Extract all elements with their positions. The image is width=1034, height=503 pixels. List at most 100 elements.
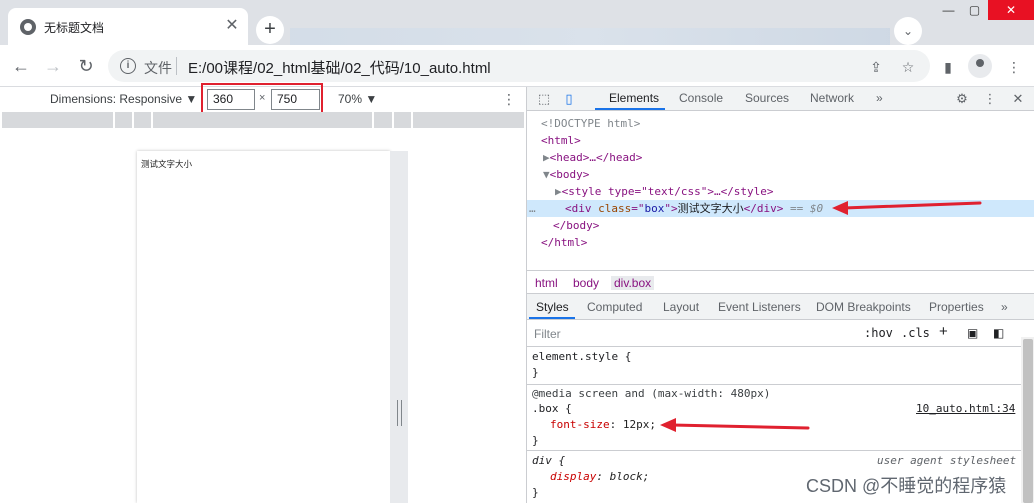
media-query: @media screen and (max-width: 480px) xyxy=(532,387,771,400)
globe-icon xyxy=(20,19,36,35)
file-label: 文件 xyxy=(144,60,172,76)
kebab-menu-icon[interactable]: ⋮ xyxy=(981,90,999,108)
zoom-dropdown[interactable]: 70% ▼ xyxy=(338,92,377,106)
dom-div-attr: class xyxy=(598,202,632,215)
tab-title: 无标题文档 xyxy=(44,21,105,35)
dom-div-attr-val: box xyxy=(644,202,665,215)
box-source-link[interactable]: 10_auto.html:34 xyxy=(916,401,1015,417)
settings-gear-icon[interactable]: ⚙ xyxy=(953,90,971,108)
filter-bar: Filter :hov .cls + ▣ ◧ xyxy=(527,321,1023,347)
share-icon[interactable]: ⇪ xyxy=(866,57,886,77)
side-panel-icon[interactable]: ▮ xyxy=(938,57,958,77)
back-arrow-icon[interactable]: ← xyxy=(8,53,34,79)
watermark: CSDN @不睡觉的程序猿 xyxy=(806,476,1007,496)
display-value: block; xyxy=(609,470,650,483)
dom-body-text: <body> xyxy=(549,168,590,181)
more-style-tabs-icon[interactable]: » xyxy=(1001,300,1008,314)
annotation-arrow-2 xyxy=(660,418,810,432)
font-size-declaration[interactable]: font-size: 12px; xyxy=(550,417,656,433)
tab-computed[interactable]: Computed xyxy=(587,300,642,314)
dom-tree: <!DOCTYPE html> <html> ▶<head>…</head> ▼… xyxy=(527,112,1034,270)
crumb-html[interactable]: html xyxy=(535,276,558,290)
dom-div-tag: div xyxy=(571,202,592,215)
styles-tabbar: Styles Computed Layout Event Listeners D… xyxy=(527,294,1034,320)
ellipsis-icon[interactable]: … xyxy=(529,200,536,217)
dom-head[interactable]: ▶<head>…</head> xyxy=(527,149,1034,166)
element-style-close: } xyxy=(532,366,539,379)
page-text: 测试文字大小 xyxy=(141,159,193,169)
more-tabs-icon[interactable]: » xyxy=(876,91,883,105)
avatar[interactable] xyxy=(968,54,992,78)
new-rule-icon[interactable]: + xyxy=(939,323,948,340)
more-options-icon[interactable]: ⋮ xyxy=(502,90,516,108)
star-icon[interactable]: ☆ xyxy=(898,57,918,77)
dom-doctype[interactable]: <!DOCTYPE html> xyxy=(527,115,1034,132)
tab-layout[interactable]: Layout xyxy=(663,300,699,314)
tab-dom-breakpoints[interactable]: DOM Breakpoints xyxy=(816,300,911,314)
new-tab-button[interactable]: + xyxy=(256,16,284,44)
resize-grip[interactable] xyxy=(397,400,402,426)
close-devtools-icon[interactable]: ✕ xyxy=(1009,90,1027,108)
divider xyxy=(176,57,177,75)
forward-arrow-icon[interactable]: → xyxy=(40,53,66,79)
element-style-rule: element.style { } xyxy=(527,348,1023,385)
resize-handle[interactable] xyxy=(390,151,408,503)
tab-network[interactable]: Network xyxy=(810,91,854,105)
hov-toggle[interactable]: :hov xyxy=(864,326,893,340)
minimize-button[interactable]: — xyxy=(935,0,962,20)
tab-elements[interactable]: Elements xyxy=(609,91,659,105)
box-close: } xyxy=(532,434,539,447)
crumb-body[interactable]: body xyxy=(573,276,599,290)
font-size-prop: font-size xyxy=(550,418,610,431)
url-text[interactable]: E:/00课程/02_html基础/02_代码/10_auto.html xyxy=(188,57,491,78)
browser-toolbar: ← → ↻ i 文件 E:/00课程/02_html基础/02_代码/10_au… xyxy=(0,45,1034,87)
device-toggle-icon[interactable]: ▯ xyxy=(560,90,578,108)
scrollbar-thumb[interactable] xyxy=(1023,339,1033,503)
font-size-value: 12px; xyxy=(622,418,656,431)
paint-icon[interactable]: ▣ xyxy=(967,326,978,340)
close-tab-icon[interactable]: ✕ xyxy=(222,16,242,36)
cls-toggle[interactable]: .cls xyxy=(901,326,930,340)
active-style-tab-indicator xyxy=(529,317,575,319)
breadcrumb: html body div.box xyxy=(527,270,1034,294)
devtools-tabbar: ⬚ ▯ Elements Console Sources Network » ⚙… xyxy=(527,87,1034,111)
dom-body-open[interactable]: ▼<body> xyxy=(527,166,1034,183)
dom-body-close[interactable]: </body> xyxy=(527,217,1034,234)
dom-html-open[interactable]: <html> xyxy=(527,132,1034,149)
dimensions-dropdown[interactable]: Dimensions: Responsive ▼ xyxy=(50,92,197,106)
display-declaration[interactable]: display: block; xyxy=(550,469,649,485)
box-selector[interactable]: .box { xyxy=(532,401,572,417)
devtools-panel: ⬚ ▯ Elements Console Sources Network » ⚙… xyxy=(526,87,1034,503)
address-bar[interactable]: i 文件 E:/00课程/02_html基础/02_代码/10_auto.htm… xyxy=(108,50,930,82)
crumb-div-box[interactable]: div.box xyxy=(611,276,655,290)
reload-icon[interactable]: ↻ xyxy=(73,53,99,79)
tab-search-icon[interactable]: ⌄ xyxy=(894,17,922,45)
filter-input[interactable]: Filter xyxy=(534,327,561,341)
tab-styles[interactable]: Styles xyxy=(536,300,569,314)
dom-style-text: <style type="text/css">…</style> xyxy=(561,185,774,198)
media-query-ruler xyxy=(2,112,524,128)
emulated-page: 测试文字大小 xyxy=(137,151,390,503)
tab-properties[interactable]: Properties xyxy=(929,300,984,314)
div-selector[interactable]: div { xyxy=(532,453,565,469)
browser-tab[interactable]: 无标题文档 ✕ xyxy=(8,8,248,45)
close-window-button[interactable]: ✕ xyxy=(988,0,1034,20)
blurred-region xyxy=(290,28,890,45)
menu-icon[interactable]: ⋮ xyxy=(1004,57,1024,77)
maximize-button[interactable]: ▢ xyxy=(961,0,988,20)
info-icon[interactable]: i xyxy=(120,58,136,74)
inspect-icon[interactable]: ⬚ xyxy=(535,90,553,108)
tab-console[interactable]: Console xyxy=(679,91,723,105)
ua-stylesheet-label: user agent stylesheet xyxy=(877,454,1017,467)
dom-head-text: <head>…</head> xyxy=(549,151,643,164)
div-close: } xyxy=(532,486,539,499)
tab-sources[interactable]: Sources xyxy=(745,91,789,105)
element-style-selector[interactable]: element.style { xyxy=(532,349,631,365)
active-tab-indicator xyxy=(595,108,665,110)
dom-html-close[interactable]: </html> xyxy=(527,234,1034,251)
sidebar-toggle-icon[interactable]: ◧ xyxy=(993,326,1004,340)
dom-div-text: 测试文字大小 xyxy=(677,202,744,215)
annotation-arrow-1 xyxy=(832,201,982,215)
tab-event-listeners[interactable]: Event Listeners xyxy=(718,300,801,314)
tab-strip: 无标题文档 ✕ + ⌄ — ▢ ✕ xyxy=(0,0,1034,45)
